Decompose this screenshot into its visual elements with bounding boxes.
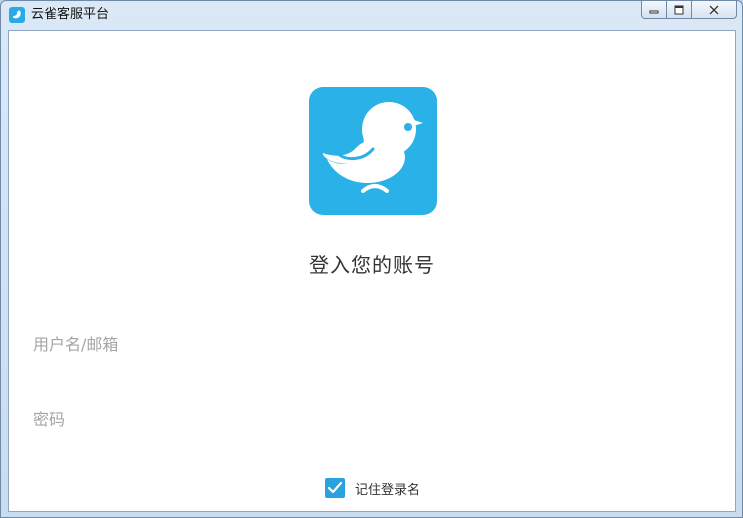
app-window: 云雀客服平台 登入您的账号 用户名/邮箱 记住登录名 (0, 0, 743, 518)
maximize-icon (674, 5, 684, 14)
username-input[interactable] (33, 324, 713, 364)
maximize-button[interactable] (666, 1, 692, 19)
login-panel: 登入您的账号 记住登录名 (8, 30, 736, 512)
password-input[interactable] (33, 399, 713, 439)
login-heading: 登入您的账号 (309, 253, 435, 277)
remember-label: 记住登录名 (355, 482, 421, 498)
close-icon (708, 4, 720, 15)
minimize-button[interactable] (641, 1, 667, 19)
remember-checkbox[interactable] (325, 478, 345, 498)
bird-logo-icon (309, 87, 437, 215)
title-bar[interactable]: 云雀客服平台 (1, 1, 742, 29)
close-button[interactable] (691, 1, 737, 19)
remember-login[interactable]: 记住登录名 (325, 477, 420, 499)
window-title: 云雀客服平台 (31, 7, 110, 22)
minimize-icon (649, 10, 659, 13)
window-controls (641, 1, 737, 21)
bird-icon (9, 7, 25, 23)
checkmark-icon (327, 481, 343, 494)
